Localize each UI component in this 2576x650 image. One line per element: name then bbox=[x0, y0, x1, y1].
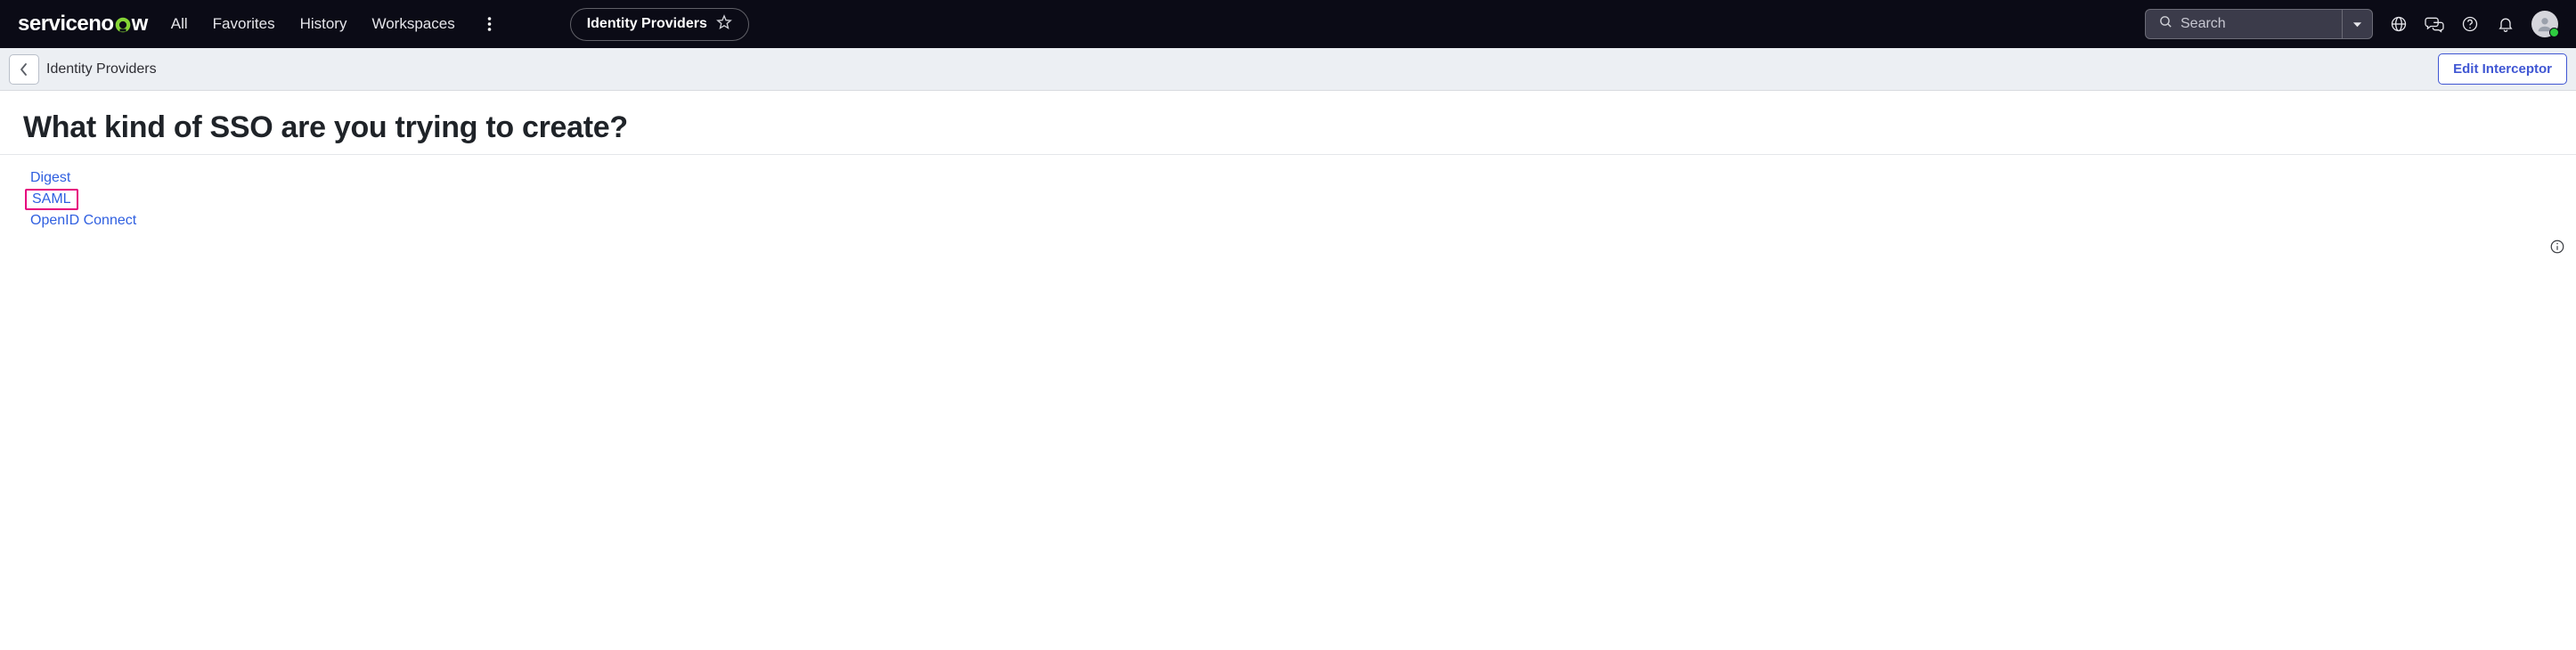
primary-nav: All Favorites History Workspaces bbox=[171, 15, 492, 33]
help-icon[interactable] bbox=[2460, 14, 2480, 34]
context-pill[interactable]: Identity Providers bbox=[570, 8, 749, 41]
brand-logo[interactable]: serviceno w bbox=[18, 12, 148, 37]
chat-icon[interactable] bbox=[2425, 14, 2444, 34]
chevron-left-icon bbox=[19, 62, 29, 77]
edit-interceptor-button[interactable]: Edit Interceptor bbox=[2438, 53, 2567, 85]
option-digest[interactable]: Digest bbox=[25, 167, 76, 189]
context-title: Identity Providers bbox=[587, 16, 707, 32]
breadcrumb-text: Identity Providers bbox=[46, 61, 157, 77]
brand-logo-o-icon bbox=[114, 15, 132, 33]
brand-text-prefix: serviceno bbox=[18, 12, 114, 37]
breadcrumb: Identity Providers bbox=[9, 54, 157, 85]
search-icon bbox=[2158, 14, 2173, 34]
search-input[interactable] bbox=[2181, 16, 2329, 32]
back-button[interactable] bbox=[9, 54, 39, 85]
globe-icon[interactable] bbox=[2389, 14, 2409, 34]
nav-all[interactable]: All bbox=[171, 15, 188, 33]
sso-options-list: Digest SAML OpenID Connect bbox=[0, 155, 2576, 240]
page-header: What kind of SSO are you trying to creat… bbox=[0, 91, 2576, 155]
search-scope-dropdown[interactable] bbox=[2342, 10, 2372, 38]
star-icon[interactable] bbox=[716, 14, 732, 35]
nav-history[interactable]: History bbox=[300, 15, 347, 33]
page-subheader: Identity Providers Edit Interceptor bbox=[0, 48, 2576, 91]
user-avatar[interactable] bbox=[2531, 11, 2558, 37]
nav-favorites[interactable]: Favorites bbox=[213, 15, 275, 33]
brand-text-suffix: w bbox=[132, 12, 148, 37]
search-input-wrap bbox=[2146, 10, 2342, 38]
global-search bbox=[2145, 9, 2373, 39]
info-icon[interactable] bbox=[2549, 239, 2565, 259]
nav-workspaces[interactable]: Workspaces bbox=[371, 15, 454, 33]
option-saml[interactable]: SAML bbox=[25, 189, 78, 210]
more-menu-icon[interactable] bbox=[487, 16, 492, 32]
page-title: What kind of SSO are you trying to creat… bbox=[23, 110, 2553, 145]
option-openid-connect[interactable]: OpenID Connect bbox=[25, 210, 142, 232]
top-nav: serviceno w All Favorites History Worksp… bbox=[0, 0, 2576, 48]
bell-icon[interactable] bbox=[2496, 14, 2515, 34]
topbar-right bbox=[2145, 9, 2558, 39]
